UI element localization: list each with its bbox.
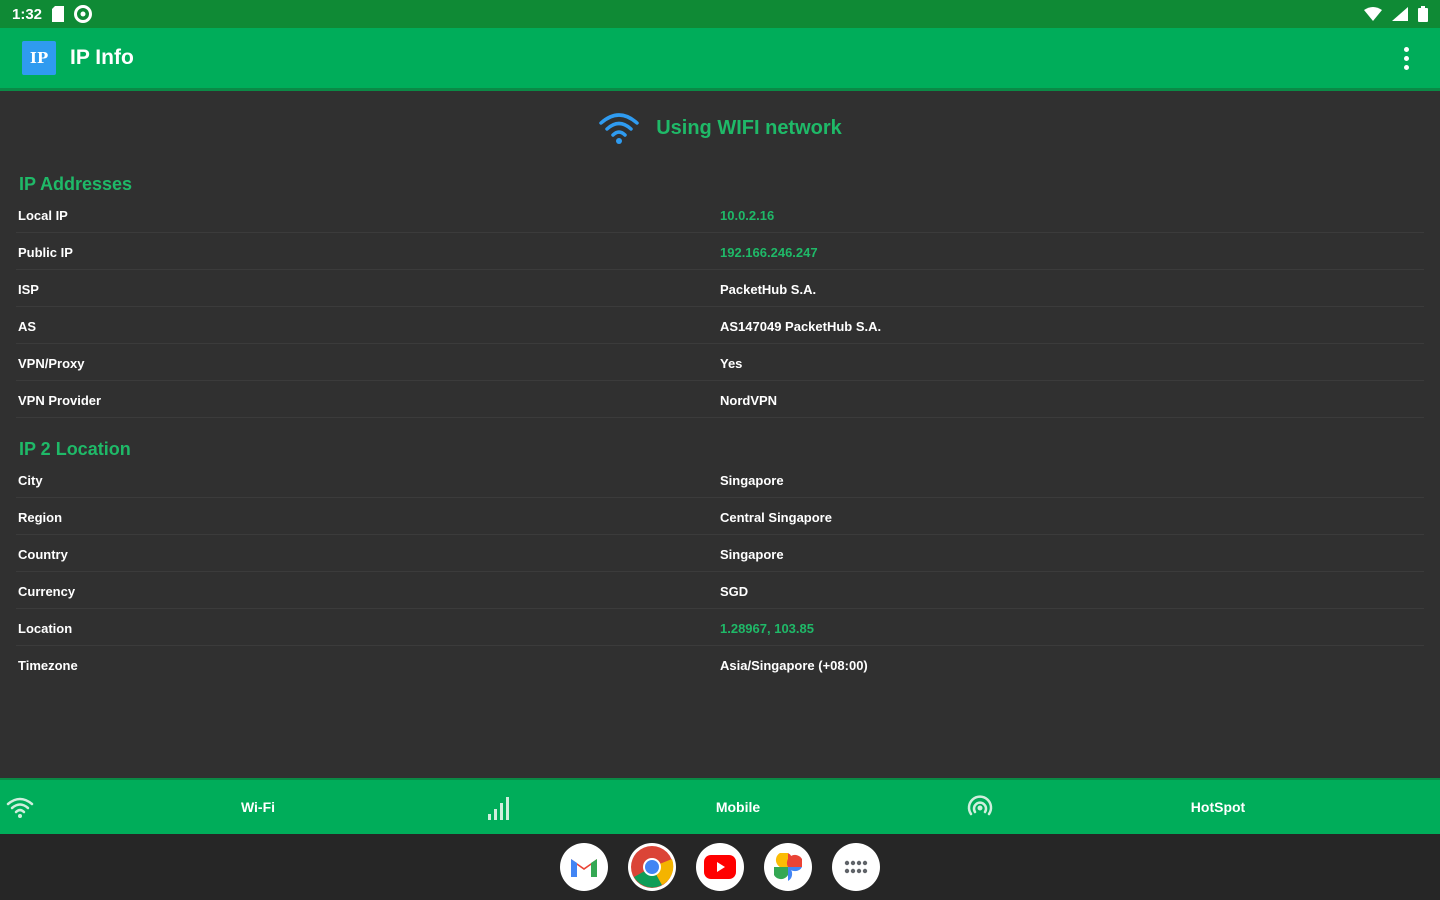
- table-row: Public IP 192.166.246.247: [16, 233, 1424, 270]
- status-bar: 1:32: [0, 0, 1440, 28]
- bottom-nav: Wi-Fi Mobile HotSpot: [0, 778, 1440, 834]
- row-value[interactable]: 10.0.2.16: [720, 208, 774, 223]
- nav-item-mobile[interactable]: Mobile: [480, 780, 960, 834]
- table-row: Timezone Asia/Singapore (+08:00): [16, 646, 1424, 683]
- row-value: AS147049 PacketHub S.A.: [720, 319, 882, 334]
- nav-label-wifi: Wi-Fi: [240, 799, 276, 815]
- app-title: IP Info: [70, 46, 134, 69]
- table-row: City Singapore: [16, 461, 1424, 498]
- table-row: Location 1.28967, 103.85: [16, 609, 1424, 646]
- photos-icon[interactable]: [764, 843, 812, 891]
- wifi-banner-icon: [599, 113, 639, 144]
- menu-dot-icon: [1403, 64, 1409, 70]
- app-logo: IP: [22, 41, 56, 75]
- ip-location-list: City Singapore Region Central Singapore …: [0, 461, 1440, 683]
- launcher-dock: [0, 834, 1440, 900]
- youtube-icon[interactable]: [696, 843, 744, 891]
- nav-label-hotspot: HotSpot: [1190, 799, 1246, 815]
- row-value: Singapore: [720, 547, 784, 562]
- row-label: Local IP: [18, 208, 68, 223]
- row-label: Country: [18, 547, 68, 562]
- row-value: Central Singapore: [720, 510, 832, 525]
- network-banner: Using WIFI network: [0, 108, 1440, 148]
- chrome-icon[interactable]: [628, 843, 676, 891]
- overflow-menu-button[interactable]: [1394, 40, 1418, 76]
- settings-gear-icon: [74, 5, 93, 23]
- row-label: VPN/Proxy: [18, 356, 85, 371]
- table-row: Country Singapore: [16, 535, 1424, 572]
- cell-signal-icon: [1392, 7, 1408, 21]
- row-value[interactable]: 1.28967, 103.85: [720, 621, 814, 636]
- row-label: VPN Provider: [18, 393, 102, 408]
- table-row: Currency SGD: [16, 572, 1424, 609]
- row-label: Public IP: [18, 245, 73, 260]
- row-label: AS: [18, 319, 37, 334]
- section-title-ip-location: IP 2 Location: [19, 439, 131, 459]
- app-drawer-icon[interactable]: [832, 843, 880, 891]
- nav-item-wifi[interactable]: Wi-Fi: [0, 780, 480, 834]
- row-label: ISP: [18, 282, 39, 297]
- row-value: NordVPN: [720, 393, 778, 408]
- status-left: 1:32: [12, 5, 93, 23]
- row-value[interactable]: 192.166.246.247: [720, 245, 818, 260]
- menu-dot-icon: [1403, 46, 1409, 52]
- network-status-text: Using WIFI network: [656, 116, 842, 139]
- row-label: Location: [18, 621, 73, 636]
- row-value: Singapore: [720, 473, 784, 488]
- nav-item-hotspot[interactable]: HotSpot: [960, 780, 1440, 834]
- gmail-icon[interactable]: [560, 843, 608, 891]
- ip-addresses-list: Local IP 10.0.2.16 Public IP 192.166.246…: [0, 196, 1440, 418]
- row-value: PacketHub S.A.: [720, 282, 817, 297]
- section-title-ip-addresses: IP Addresses: [19, 174, 133, 194]
- row-label: Timezone: [18, 658, 78, 673]
- table-row: ISP PacketHub S.A.: [16, 270, 1424, 307]
- row-value: Asia/Singapore (+08:00): [720, 658, 868, 673]
- table-row: VPN/Proxy Yes: [16, 344, 1424, 381]
- nav-label-mobile: Mobile: [715, 799, 761, 815]
- row-value: Yes: [720, 356, 743, 371]
- table-row: Local IP 10.0.2.16: [16, 196, 1424, 233]
- menu-dot-icon: [1403, 55, 1409, 61]
- wifi-status-icon: [1364, 7, 1382, 21]
- table-row: AS AS147049 PacketHub S.A.: [16, 307, 1424, 344]
- sd-card-icon: [52, 6, 65, 22]
- status-right: [1364, 6, 1428, 22]
- table-row: Region Central Singapore: [16, 498, 1424, 535]
- app-bar: IP IP Info: [0, 28, 1440, 91]
- row-label: Region: [18, 510, 63, 525]
- table-row: VPN Provider NordVPN: [16, 381, 1424, 418]
- main-content: Using WIFI network IP Addresses Local IP…: [0, 94, 1440, 778]
- status-time: 1:32: [12, 5, 43, 23]
- row-label: City: [18, 473, 43, 488]
- battery-icon: [1418, 6, 1428, 22]
- row-label: Currency: [18, 584, 76, 599]
- row-value: SGD: [720, 584, 749, 599]
